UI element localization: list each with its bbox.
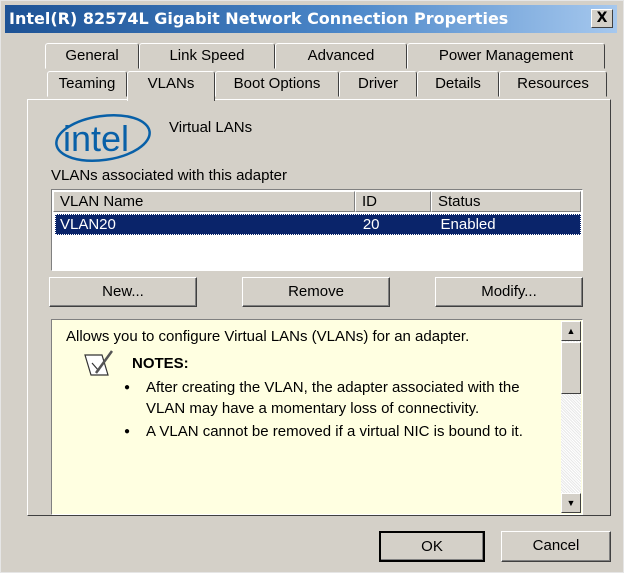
tab-advanced[interactable]: Advanced xyxy=(275,43,407,69)
notes-heading: NOTES: xyxy=(66,350,556,377)
window-title: Intel(R) 82574L Gigabit Network Connecti… xyxy=(9,9,509,28)
vlan-status-cell: Enabled xyxy=(440,216,496,233)
notes-list: After creating the VLAN, the adapter ass… xyxy=(66,377,556,442)
help-scrollbar[interactable]: ▲ ▼ xyxy=(561,321,581,513)
tab-boot-options[interactable]: Boot Options xyxy=(215,71,339,97)
notepad-pencil-icon xyxy=(84,350,114,376)
cancel-button[interactable]: Cancel xyxy=(501,531,611,562)
scroll-down-arrow-icon[interactable]: ▼ xyxy=(561,493,581,513)
tab-link-speed[interactable]: Link Speed xyxy=(139,43,275,69)
tab-row-top: General Link Speed Advanced Power Manage… xyxy=(45,43,605,69)
column-header-status[interactable]: Status xyxy=(431,191,581,212)
modify-vlan-button[interactable]: Modify... xyxy=(435,277,583,307)
column-header-vlan-name[interactable]: VLAN Name xyxy=(53,191,355,212)
help-intro: Allows you to configure Virtual LANs (VL… xyxy=(66,328,470,345)
help-text: Allows you to configure Virtual LANs (VL… xyxy=(66,326,556,442)
new-vlan-button[interactable]: New... xyxy=(49,277,197,307)
tab-resources[interactable]: Resources xyxy=(499,71,607,97)
vlan-list-header: VLAN Name ID Status xyxy=(53,191,581,212)
help-panel[interactable]: Allows you to configure Virtual LANs (VL… xyxy=(51,319,583,515)
remove-vlan-button[interactable]: Remove xyxy=(242,277,390,307)
vlan-list-caption: VLANs associated with this adapter xyxy=(51,167,287,184)
scroll-up-arrow-icon[interactable]: ▲ xyxy=(561,321,581,341)
table-row[interactable]: VLAN20 20 Enabled xyxy=(55,214,581,235)
tab-power-management[interactable]: Power Management xyxy=(407,43,605,69)
tab-details[interactable]: Details xyxy=(417,71,499,97)
vlan-list[interactable]: VLAN Name ID Status VLAN20 20 Enabled xyxy=(51,189,583,271)
scroll-thumb[interactable] xyxy=(561,342,581,394)
column-header-id[interactable]: ID xyxy=(355,191,431,212)
ok-button[interactable]: OK xyxy=(379,531,485,562)
tab-vlans[interactable]: VLANs xyxy=(127,71,215,101)
list-item: A VLAN cannot be removed if a virtual NI… xyxy=(124,421,556,442)
close-button[interactable]: X xyxy=(591,9,613,28)
properties-dialog: Intel(R) 82574L Gigabit Network Connecti… xyxy=(0,0,624,573)
section-label: Virtual LANs xyxy=(169,119,253,136)
tab-driver[interactable]: Driver xyxy=(339,71,417,97)
svg-text:intel: intel xyxy=(63,118,129,159)
notes-title: NOTES: xyxy=(132,355,189,372)
vlan-name-cell: VLAN20 xyxy=(60,216,116,233)
title-bar: Intel(R) 82574L Gigabit Network Connecti… xyxy=(5,5,617,33)
list-item: After creating the VLAN, the adapter ass… xyxy=(124,377,556,419)
vlan-id-cell: 20 xyxy=(362,216,380,233)
intel-logo: intel xyxy=(55,114,151,162)
tab-general[interactable]: General xyxy=(45,43,139,69)
tab-row-bottom: Teaming VLANs Boot Options Driver Detail… xyxy=(47,71,607,101)
tab-teaming[interactable]: Teaming xyxy=(47,71,127,97)
